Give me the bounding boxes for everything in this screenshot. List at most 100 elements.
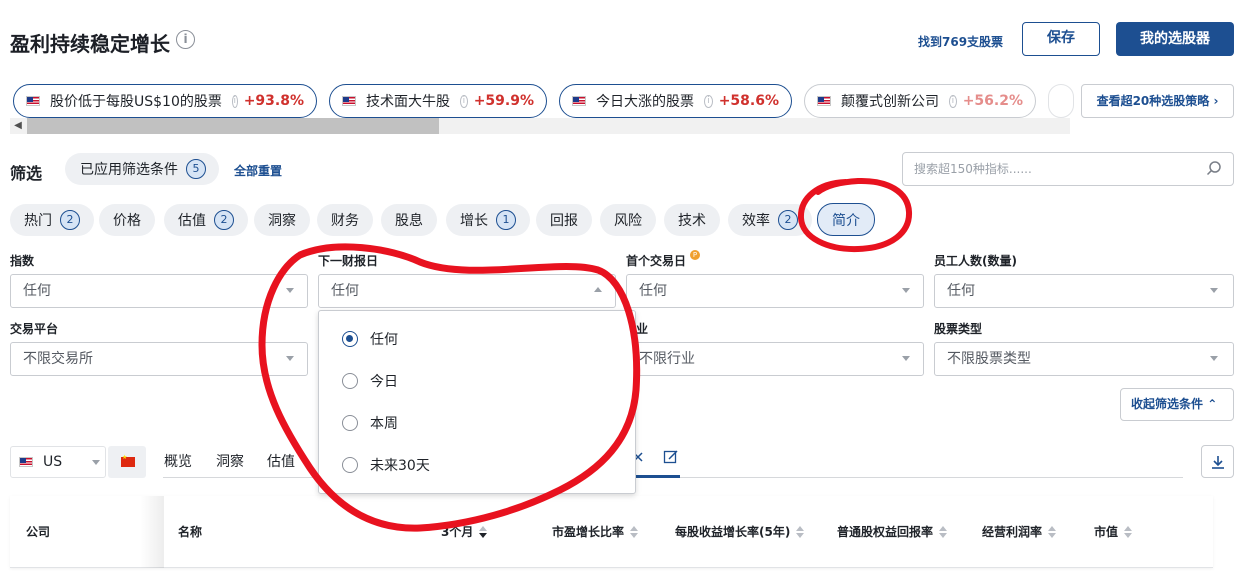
metric-search-input[interactable]: 搜索超150种指标...... [902, 152, 1234, 186]
dropdown-option-today[interactable]: 今日 [342, 372, 398, 390]
dropdown-option-this-week[interactable]: 本周 [342, 414, 398, 432]
us-flag-icon [817, 96, 831, 106]
scrollbar-thumb[interactable] [27, 118, 439, 134]
category-chip-insights[interactable]: 洞察 [254, 204, 310, 236]
us-flag-icon [26, 96, 40, 106]
applied-filters-button[interactable]: 已应用筛选条件 5 [65, 153, 219, 185]
strategy-name: 股价低于每股US$10的股票 [50, 94, 222, 110]
dropdown-option-next-30-days[interactable]: 未来30天 [342, 456, 430, 474]
market-select[interactable]: US [10, 446, 106, 478]
count-badge: 2 [60, 210, 80, 230]
page-title: 盈利持续稳定增长 [10, 32, 170, 56]
radio[interactable] [342, 373, 358, 389]
column-operating-margin[interactable]: 经营利润率 [982, 523, 1057, 540]
download-button[interactable] [1201, 445, 1234, 478]
strategy-return: +59.9% [473, 93, 534, 109]
employees-select[interactable]: 任何 [934, 274, 1234, 308]
tab-valuation[interactable]: 估值 [267, 451, 295, 471]
column-roe[interactable]: 普通股权益回报率 [837, 523, 948, 540]
next-earnings-select[interactable]: 任何 [318, 274, 616, 308]
sort-icon[interactable] [796, 525, 805, 538]
column-3-month[interactable]: 3个月 [441, 523, 488, 540]
radio[interactable] [342, 415, 358, 431]
category-chip-returns[interactable]: 回报 [536, 204, 592, 236]
info-icon[interactable]: i [949, 94, 957, 108]
cn-flag-icon [121, 454, 135, 467]
dropdown-option-any[interactable]: 任何 [342, 330, 398, 348]
us-flag-icon [572, 96, 586, 106]
first-trade-label: 首个交易日 [626, 254, 687, 268]
strategy-chip[interactable]: 今日大涨的股票 i +58.6% [559, 84, 792, 118]
category-chip-growth[interactable]: 增长 1 [446, 204, 530, 236]
count-badge: 2 [214, 210, 234, 230]
strategy-name: 颠覆式创新公司 [841, 94, 939, 110]
chevron-down-icon [1210, 356, 1218, 361]
column-company[interactable]: 公司 [26, 523, 50, 540]
category-chip-technical[interactable]: 技术 [664, 204, 720, 236]
radio[interactable] [342, 457, 358, 473]
tab-overview[interactable]: 概览 [164, 451, 192, 471]
chevron-up-icon [594, 287, 602, 292]
reset-all-link[interactable]: 全部重置 [234, 162, 282, 179]
index-select[interactable]: 任何 [10, 274, 308, 308]
search-icon[interactable] [1206, 160, 1222, 176]
chevron-down-icon [902, 356, 910, 361]
exchange-select[interactable]: 不限交易所 [10, 342, 308, 376]
category-chip-hot[interactable]: 热门 2 [10, 204, 94, 236]
category-chip-valuation[interactable]: 估值 2 [164, 204, 248, 236]
strategy-name: 今日大涨的股票 [596, 94, 694, 110]
frozen-column-shadow [140, 496, 164, 568]
strategy-return: +56.2% [962, 93, 1023, 109]
first-trade-select[interactable]: 任何 [626, 274, 924, 308]
index-label: 指数 [10, 254, 35, 268]
category-chip-financials[interactable]: 财务 [317, 204, 373, 236]
collapse-filters-button[interactable]: 收起筛选条件 ⌃ [1120, 388, 1234, 421]
column-peg[interactable]: 市盈增长比率 [552, 523, 639, 540]
see-more-strategies-button[interactable]: 查看超20种选股策略 › [1081, 84, 1234, 118]
strategy-chip[interactable]: 股价低于每股US$10的股票 i +93.8% [13, 84, 317, 118]
info-icon[interactable]: i [176, 30, 195, 49]
scroll-left-icon[interactable]: ◀ [10, 118, 26, 134]
sort-icon[interactable] [630, 525, 639, 538]
info-icon[interactable]: i [460, 94, 468, 108]
info-icon[interactable]: i [704, 94, 713, 108]
sort-icon[interactable] [1048, 525, 1057, 538]
strategy-return: +58.6% [718, 93, 779, 109]
strategy-chip-partial[interactable] [1048, 84, 1074, 118]
count-badge: 5 [186, 159, 206, 179]
tab-insights[interactable]: 洞察 [216, 451, 244, 471]
chevron-down-icon [286, 288, 294, 293]
industry-label: 业 [636, 322, 649, 336]
column-market-cap[interactable]: 市值 [1094, 523, 1133, 540]
column-name[interactable]: 名称 [178, 523, 202, 540]
stock-type-label: 股票类型 [934, 322, 983, 336]
exchange-label: 交易平台 [10, 322, 59, 336]
chevron-down-icon [1210, 288, 1218, 293]
chevron-down-icon [286, 356, 294, 361]
edit-icon[interactable] [663, 449, 679, 465]
my-screeners-button[interactable]: 我的选股器 [1116, 22, 1234, 56]
next-earnings-label: 下一财报日 [318, 254, 379, 268]
employees-label: 员工人数(数量) [934, 254, 1017, 268]
save-button[interactable]: 保存 [1022, 22, 1100, 56]
sort-icon[interactable] [1124, 525, 1133, 538]
stock-type-select[interactable]: 不限股票类型 [934, 342, 1234, 376]
sort-icon[interactable] [939, 525, 948, 538]
info-icon[interactable]: i [231, 94, 238, 108]
category-chip-efficiency[interactable]: 效率 2 [728, 204, 812, 236]
radio-selected[interactable] [342, 331, 358, 347]
column-eps-growth[interactable]: 每股收益增长率(5年) [675, 523, 805, 540]
category-chip-price[interactable]: 价格 [99, 204, 155, 236]
strategy-chip[interactable]: 颠覆式创新公司 i +56.2% [804, 84, 1036, 118]
category-chip-risk[interactable]: 风险 [600, 204, 656, 236]
chevron-down-icon [92, 459, 101, 465]
category-chip-profile[interactable]: 简介 [817, 203, 875, 236]
market-value: US [43, 454, 63, 470]
sort-icon[interactable] [479, 525, 488, 538]
industry-select[interactable]: 不限行业 [626, 342, 924, 376]
category-chip-dividends[interactable]: 股息 [381, 204, 437, 236]
us-flag-icon [19, 457, 33, 467]
count-badge: 1 [496, 210, 516, 230]
applied-filters-label: 已应用筛选条件 [80, 162, 178, 178]
strategy-chip[interactable]: 技术面大牛股 i +59.9% [329, 84, 547, 118]
